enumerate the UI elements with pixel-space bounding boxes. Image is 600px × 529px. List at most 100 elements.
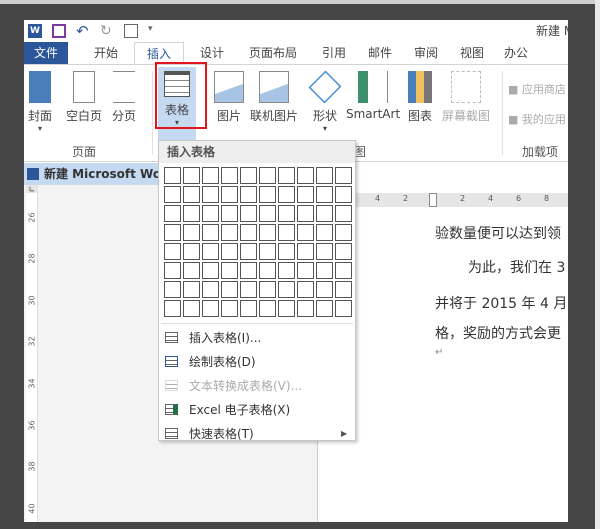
tab-design[interactable]: 设计 [192, 42, 232, 64]
grid-cell[interactable] [335, 300, 352, 317]
grid-cell[interactable] [240, 205, 257, 222]
grid-cell[interactable] [259, 224, 276, 241]
grid-cell[interactable] [221, 186, 238, 203]
redo-icon[interactable]: ↻ [100, 24, 114, 38]
grid-cell[interactable] [259, 205, 276, 222]
grid-cell[interactable] [297, 243, 314, 260]
grid-cell[interactable] [202, 243, 219, 260]
shapes-button[interactable]: 形状 ▾ [308, 70, 342, 133]
grid-cell[interactable] [221, 167, 238, 184]
grid-cell[interactable] [221, 243, 238, 260]
grid-cell[interactable] [278, 300, 295, 317]
grid-cell[interactable] [202, 186, 219, 203]
grid-cell[interactable] [278, 243, 295, 260]
grid-cell[interactable] [259, 186, 276, 203]
table-size-grid[interactable] [164, 167, 352, 317]
tab-layout[interactable]: 页面布局 [240, 42, 306, 64]
tab-file[interactable]: 文件 [24, 42, 68, 64]
grid-cell[interactable] [183, 243, 200, 260]
blank-page-button[interactable]: 空白页 [66, 71, 102, 124]
grid-cell[interactable] [183, 167, 200, 184]
grid-cell[interactable] [164, 262, 181, 279]
grid-cell[interactable] [259, 262, 276, 279]
chart-button[interactable]: 图表 [408, 71, 432, 124]
tab-view[interactable]: 视图 [452, 42, 492, 64]
grid-cell[interactable] [202, 300, 219, 317]
grid-cell[interactable] [240, 186, 257, 203]
grid-cell[interactable] [278, 205, 295, 222]
grid-cell[interactable] [297, 186, 314, 203]
grid-cell[interactable] [316, 167, 333, 184]
grid-cell[interactable] [240, 224, 257, 241]
indent-marker[interactable] [429, 193, 437, 207]
undo-icon[interactable]: ↶ [76, 24, 90, 39]
grid-cell[interactable] [297, 167, 314, 184]
grid-cell[interactable] [316, 205, 333, 222]
grid-cell[interactable] [335, 224, 352, 241]
screenshot-button[interactable]: 屏幕截图 [442, 71, 490, 124]
print-preview-icon[interactable] [124, 24, 138, 38]
grid-cell[interactable] [221, 300, 238, 317]
customize-icon[interactable]: ▾ [148, 24, 162, 38]
grid-cell[interactable] [297, 205, 314, 222]
save-icon[interactable] [52, 24, 66, 38]
grid-cell[interactable] [316, 281, 333, 298]
grid-cell[interactable] [221, 224, 238, 241]
page-break-button[interactable]: 分页 [112, 71, 136, 124]
grid-cell[interactable] [316, 262, 333, 279]
store-button[interactable]: ■ 应用商店 [508, 81, 566, 97]
grid-cell[interactable] [183, 224, 200, 241]
picture-button[interactable]: 图片 [214, 71, 244, 124]
grid-cell[interactable] [202, 205, 219, 222]
menu-item-quick-tables[interactable]: 快速表格(T) ▶ [159, 423, 355, 445]
grid-cell[interactable] [297, 281, 314, 298]
grid-cell[interactable] [164, 243, 181, 260]
document-tab[interactable]: 新建 Microsoft Wor [24, 163, 158, 185]
tab-review[interactable]: 审阅 [406, 42, 446, 64]
my-apps-button[interactable]: ■ 我的应用 [508, 111, 566, 127]
grid-cell[interactable] [259, 243, 276, 260]
grid-cell[interactable] [278, 224, 295, 241]
grid-cell[interactable] [259, 281, 276, 298]
grid-cell[interactable] [240, 262, 257, 279]
grid-cell[interactable] [202, 167, 219, 184]
menu-item-draw-table[interactable]: 绘制表格(D) [159, 351, 355, 373]
tab-insert[interactable]: 插入 [134, 42, 184, 64]
grid-cell[interactable] [164, 281, 181, 298]
grid-cell[interactable] [202, 224, 219, 241]
tab-mailings[interactable]: 邮件 [360, 42, 400, 64]
tab-home[interactable]: 开始 [84, 42, 128, 64]
grid-cell[interactable] [221, 205, 238, 222]
grid-cell[interactable] [297, 262, 314, 279]
grid-cell[interactable] [297, 300, 314, 317]
grid-cell[interactable] [335, 262, 352, 279]
grid-cell[interactable] [278, 186, 295, 203]
grid-cell[interactable] [164, 186, 181, 203]
tab-references[interactable]: 引用 [314, 42, 354, 64]
grid-cell[interactable] [164, 205, 181, 222]
smartart-button[interactable]: SmartArt [346, 71, 400, 121]
tab-office[interactable]: 办公 [494, 42, 538, 64]
grid-cell[interactable] [335, 205, 352, 222]
grid-cell[interactable] [278, 167, 295, 184]
grid-cell[interactable] [183, 186, 200, 203]
grid-cell[interactable] [240, 167, 257, 184]
grid-cell[interactable] [278, 262, 295, 279]
grid-cell[interactable] [335, 186, 352, 203]
menu-item-excel-spreadsheet[interactable]: Excel 电子表格(X) [159, 399, 355, 421]
grid-cell[interactable] [335, 281, 352, 298]
grid-cell[interactable] [316, 224, 333, 241]
grid-cell[interactable] [202, 262, 219, 279]
grid-cell[interactable] [278, 281, 295, 298]
online-picture-button[interactable]: 联机图片 [250, 71, 298, 124]
grid-cell[interactable] [335, 243, 352, 260]
grid-cell[interactable] [164, 300, 181, 317]
grid-cell[interactable] [240, 243, 257, 260]
grid-cell[interactable] [240, 281, 257, 298]
grid-cell[interactable] [221, 262, 238, 279]
grid-cell[interactable] [259, 167, 276, 184]
grid-cell[interactable] [316, 300, 333, 317]
grid-cell[interactable] [183, 281, 200, 298]
grid-cell[interactable] [259, 300, 276, 317]
grid-cell[interactable] [316, 243, 333, 260]
